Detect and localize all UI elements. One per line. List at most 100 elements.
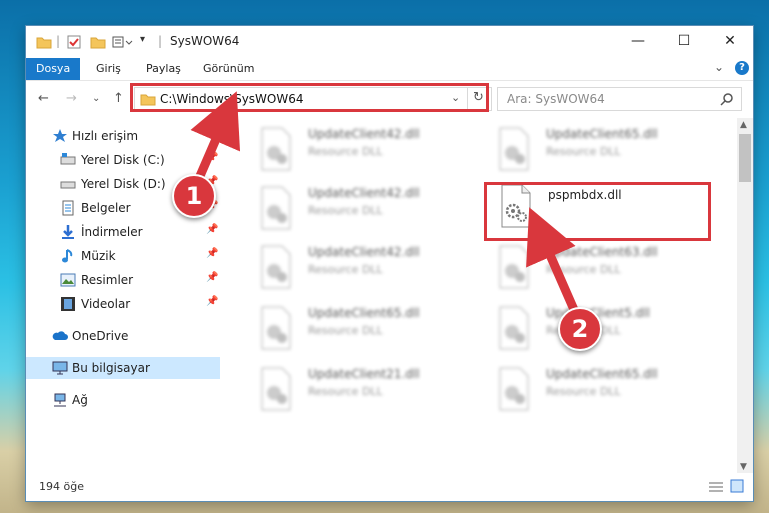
properties-icon[interactable] [66,34,82,50]
details-view-icon[interactable] [708,481,724,493]
view-options-icon[interactable] [112,34,134,50]
tab-home[interactable]: Giriş [86,58,131,80]
separator: | [56,34,61,48]
file-type: Resource DLL [308,385,383,398]
file-type: Resource DLL [308,145,383,158]
sidebar-item-network[interactable]: Ağ [26,389,220,411]
scroll-up-icon[interactable]: ▲ [740,120,747,130]
file-name: UpdateClient63.dll [546,245,658,259]
pin-icon[interactable]: 📌 [206,272,218,283]
tab-view[interactable]: Görünüm [193,58,264,80]
file-item[interactable]: UpdateClient42.dll Resource DLL [246,184,466,234]
sidebar-item-label: Bu bilgisayar [72,361,150,375]
pin-icon[interactable]: 📌 [206,248,218,259]
dll-file-icon [261,306,291,350]
status-bar: 194 öğe [26,473,753,501]
navigation-pane: Hızlı erişim Yerel Disk (C:) 📌 Yerel Dis… [26,118,220,473]
file-name: UpdateClient65.dll [546,367,658,381]
sidebar-item-local-disk-c[interactable]: Yerel Disk (C:) 📌 [26,149,220,171]
scroll-down-icon[interactable]: ▼ [740,462,747,472]
file-name: UpdateClient65.dll [308,306,420,320]
file-type: Resource DLL [546,263,621,276]
sidebar-item-this-pc[interactable]: Bu bilgisayar [26,357,220,379]
file-item[interactable]: UpdateClient42.dll Resource DLL [246,125,466,175]
new-folder-icon[interactable] [90,34,106,50]
sidebar-item-videos[interactable]: Videolar 📌 [26,293,220,315]
dll-file-icon [261,127,291,171]
network-icon [54,393,66,407]
address-bar-highlight [130,83,489,112]
file-name: UpdateClient42.dll [308,245,420,259]
search-input[interactable]: Ara: SysWOW64 [507,92,605,106]
file-highlight [484,182,711,241]
sidebar-item-label: Belgeler [81,201,131,215]
step-badge-2: 2 [558,307,602,351]
file-type: Resource DLL [546,385,621,398]
file-type: Resource DLL [308,204,383,217]
pin-icon[interactable]: 📌 [206,152,218,163]
pin-icon[interactable]: 📌 [206,224,218,235]
sidebar-item-music[interactable]: Müzik 📌 [26,245,220,267]
vertical-scrollbar[interactable]: ▲ ▼ [737,118,753,476]
item-count: 194 öğe [39,480,84,493]
file-item[interactable]: UpdateClient65.dll Resource DLL [246,304,466,354]
customize-quick-access-icon[interactable]: ▾ [140,34,145,50]
sidebar-item-label: Videolar [81,297,131,311]
pictures-icon [60,273,76,287]
sidebar-item-label: Ağ [72,393,88,407]
dll-file-icon [499,367,529,411]
music-icon [62,249,73,263]
sidebar-item-label: OneDrive [72,329,129,343]
close-button[interactable]: ✕ [707,26,753,56]
sidebar-item-downloads[interactable]: İndirmeler 📌 [26,221,220,243]
forward-button[interactable]: → [66,91,77,106]
dll-file-icon [499,306,529,350]
tab-share[interactable]: Paylaş [136,58,191,80]
file-name: UpdateClient42.dll [308,186,420,200]
title-bar: | ▾ | SysWOW64 — ☐ ✕ [26,26,753,58]
file-name: UpdateClient21.dll [308,367,420,381]
sidebar-item-label: Hızlı erişim [72,129,139,143]
pin-icon[interactable]: 📌 [206,296,218,307]
documents-icon [62,200,74,216]
file-type: Resource DLL [308,324,383,337]
file-name: UpdateClient42.dll [308,127,420,141]
help-icon[interactable]: ? [735,61,749,75]
sidebar-item-label: Yerel Disk (D:) [81,177,166,191]
sidebar-item-pictures[interactable]: Resimler 📌 [26,269,220,291]
file-item[interactable]: UpdateClient21.dll Resource DLL [246,365,466,415]
sidebar-item-quick-access[interactable]: Hızlı erişim [26,125,220,147]
dll-file-icon [499,127,529,171]
folder-icon [36,37,52,49]
file-item[interactable]: UpdateClient63.dll Resource DLL [484,243,704,293]
file-item[interactable]: UpdateClient65.dll Resource DLL [484,365,704,415]
file-item[interactable]: UpdateClient42.dll Resource DLL [246,243,466,293]
sidebar-item-label: Müzik [81,249,116,263]
computer-icon [52,361,68,375]
scrollbar-thumb[interactable] [739,134,751,182]
drive-icon [60,153,76,165]
up-button[interactable]: ↑ [113,91,124,106]
tab-file[interactable]: Dosya [26,58,81,80]
search-box[interactable]: Ara: SysWOW64 [497,87,742,111]
search-icon[interactable] [720,92,734,106]
file-item[interactable]: UpdateClient65.dll Resource DLL [484,125,704,175]
download-icon [62,225,74,239]
file-type: Resource DLL [308,263,383,276]
maximize-button[interactable]: ☐ [661,26,707,56]
sidebar-item-label: Yerel Disk (C:) [81,153,165,167]
ribbon-expand-icon[interactable]: ⌄ [714,60,724,74]
recent-locations-button[interactable]: ⌄ [92,93,100,104]
separator: | [158,34,163,48]
drive-icon [60,181,76,189]
star-icon [53,129,67,142]
sidebar-item-label: Resimler [81,273,134,287]
large-icons-view-icon[interactable] [730,479,744,493]
back-button[interactable]: ← [38,91,49,106]
window-title: SysWOW64 [170,34,240,48]
sidebar-item-onedrive[interactable]: OneDrive [26,325,220,347]
file-explorer-window: | ▾ | SysWOW64 — ☐ ✕ Dosya Giriş Paylaş … [26,26,753,501]
minimize-button[interactable]: — [615,26,661,56]
step-badge-1: 1 [172,174,216,218]
ribbon-tabs: Dosya Giriş Paylaş Görünüm ⌄ ? [26,58,753,81]
